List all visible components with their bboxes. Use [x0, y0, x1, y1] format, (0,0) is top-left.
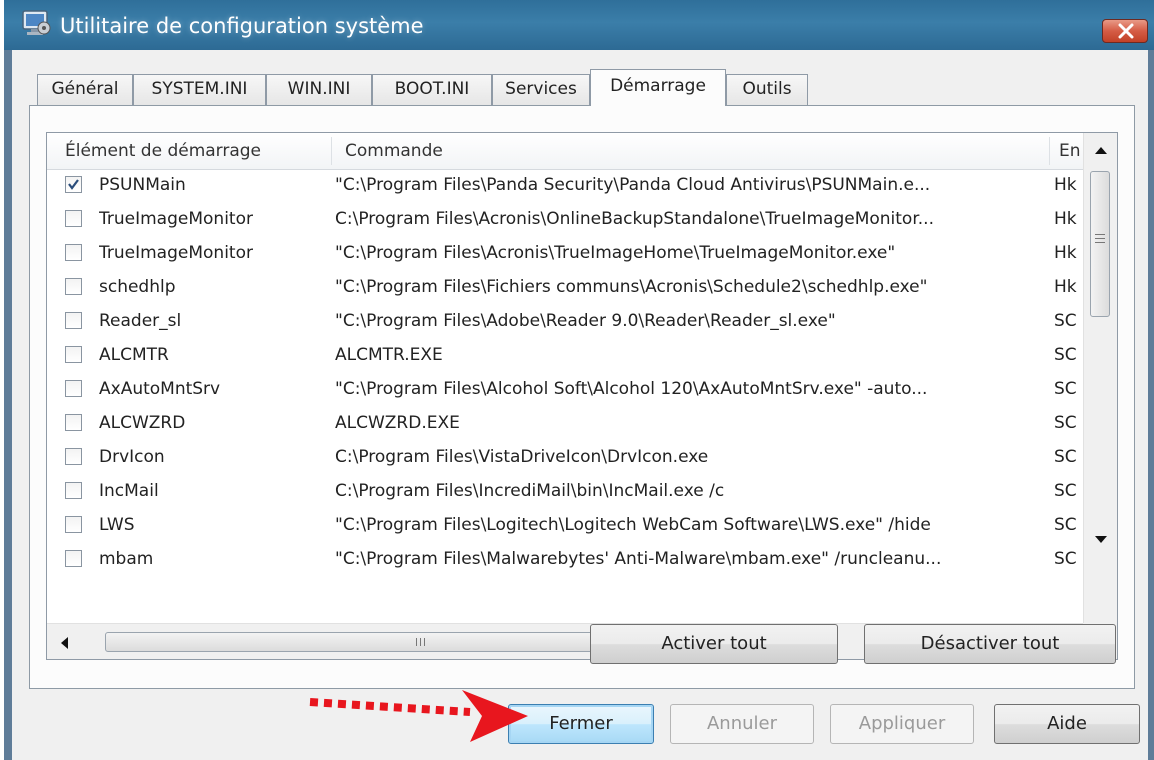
dialog-body: Général SYSTEM.INI WIN.INI BOOT.INI Serv… [12, 50, 1148, 760]
startup-item-checkbox[interactable] [65, 176, 82, 193]
startup-list[interactable]: Élément de démarrage Commande En PSUNMai… [46, 132, 1118, 660]
startup-item-location: SC [1054, 481, 1077, 501]
tab-system-ini[interactable]: SYSTEM.INI [133, 74, 266, 105]
startup-item-command: C:\Program Files\Acronis\OnlineBackupSta… [335, 209, 934, 229]
window-title: Utilitaire de configuration système [60, 14, 424, 38]
table-row[interactable]: schedhlp "C:\Program Files\Fichiers commu… [47, 271, 1083, 305]
table-row[interactable]: ALCWZRD ALCWZRD.EXE SC [47, 407, 1083, 441]
apply-button[interactable]: Appliquer [830, 704, 974, 744]
startup-item-location: Hk [1054, 209, 1077, 229]
table-row[interactable]: ALCMTR ALCMTR.EXE SC [47, 339, 1083, 373]
startup-item-location: SC [1054, 379, 1077, 399]
startup-item-checkbox[interactable] [65, 516, 82, 533]
startup-item-checkbox[interactable] [65, 414, 82, 431]
tab-tools[interactable]: Outils [726, 74, 808, 105]
startup-item-command: "C:\Program Files\Alcohol Soft\Alcohol 1… [335, 379, 928, 399]
column-header-command[interactable]: Commande [345, 133, 1025, 169]
tab-startup[interactable]: Démarrage [590, 69, 726, 106]
startup-item-command: "C:\Program Files\Panda Security\Panda C… [335, 175, 931, 195]
msconfig-icon [22, 10, 51, 35]
cancel-button[interactable]: Annuler [670, 704, 814, 744]
column-divider[interactable] [1049, 137, 1050, 165]
startup-item-name: Reader_sl [99, 311, 182, 331]
startup-item-command: ALCMTR.EXE [335, 345, 443, 365]
column-header-location[interactable]: En [1059, 133, 1083, 169]
startup-item-name: LWS [99, 515, 135, 535]
startup-item-command: C:\Program Files\IncrediMail\bin\IncMail… [335, 481, 725, 501]
table-row[interactable]: DrvIcon C:\Program Files\VistaDriveIcon\D… [47, 441, 1083, 475]
startup-item-command: "C:\Program Files\Adobe\Reader 9.0\Reade… [335, 311, 836, 331]
startup-item-checkbox[interactable] [65, 380, 82, 397]
checkmark-icon [68, 179, 79, 190]
disable-all-button[interactable]: Désactiver tout [864, 624, 1116, 664]
startup-item-name: DrvIcon [99, 447, 165, 467]
tab-general[interactable]: Général [37, 74, 133, 105]
column-divider[interactable] [331, 137, 332, 165]
scroll-left-icon[interactable] [59, 636, 69, 650]
close-icon [1118, 23, 1134, 39]
startup-item-checkbox[interactable] [65, 210, 82, 227]
scroll-down-icon[interactable] [1094, 535, 1108, 545]
startup-item-command: "C:\Program Files\Malwarebytes' Anti-Mal… [335, 549, 942, 569]
startup-item-checkbox[interactable] [65, 550, 82, 567]
startup-item-location: Hk [1054, 277, 1077, 297]
startup-item-command: C:\Program Files\VistaDriveIcon\DrvIcon.… [335, 447, 709, 467]
startup-item-name: ALCWZRD [99, 413, 186, 433]
startup-item-name: AxAutoMntSrv [99, 379, 221, 399]
startup-item-location: Hk [1054, 175, 1077, 195]
table-row[interactable]: mbam "C:\Program Files\Malwarebytes' Anti… [47, 543, 1083, 571]
startup-item-command: "C:\Program Files\Fichiers communs\Acron… [335, 277, 928, 297]
tab-services[interactable]: Services [492, 74, 590, 105]
title-bar[interactable]: Utilitaire de configuration système [4, 0, 1154, 50]
startup-item-location: SC [1054, 311, 1077, 331]
startup-item-name: mbam [99, 549, 154, 569]
table-row[interactable]: PSUNMain "C:\Program Files\Panda Security… [47, 169, 1083, 203]
table-row[interactable]: AxAutoMntSrv "C:\Program Files\Alcohol So… [47, 373, 1083, 407]
vertical-scroll-thumb[interactable] [1090, 171, 1110, 317]
startup-item-location: SC [1054, 345, 1077, 365]
table-row[interactable]: TrueImageMonitor "C:\Program Files\Acroni… [47, 237, 1083, 271]
startup-item-checkbox[interactable] [65, 482, 82, 499]
window-frame: Utilitaire de configuration système Géné… [4, 0, 1154, 760]
startup-item-name: IncMail [99, 481, 159, 501]
startup-item-checkbox[interactable] [65, 244, 82, 261]
startup-item-checkbox[interactable] [65, 312, 82, 329]
scroll-up-icon[interactable] [1094, 145, 1108, 155]
close-button[interactable] [1102, 19, 1148, 43]
startup-item-checkbox[interactable] [65, 346, 82, 363]
startup-item-name: TrueImageMonitor [99, 243, 253, 263]
tab-win-ini[interactable]: WIN.INI [266, 74, 372, 105]
startup-item-location: SC [1054, 447, 1077, 467]
help-button[interactable]: Aide [994, 704, 1140, 744]
startup-item-checkbox[interactable] [65, 448, 82, 465]
startup-item-checkbox[interactable] [65, 278, 82, 295]
startup-item-location: SC [1054, 515, 1077, 535]
startup-item-command: "C:\Program Files\Logitech\Logitech WebC… [335, 515, 931, 535]
startup-item-location: SC [1054, 413, 1077, 433]
table-row[interactable]: IncMail C:\Program Files\IncrediMail\bin\… [47, 475, 1083, 509]
list-rows: PSUNMain "C:\Program Files\Panda Security… [47, 169, 1083, 571]
table-row[interactable]: TrueImageMonitor C:\Program Files\Acronis… [47, 203, 1083, 237]
close-dialog-button[interactable]: Fermer [508, 704, 654, 744]
startup-item-location: SC [1054, 549, 1077, 569]
enable-all-button[interactable]: Activer tout [590, 624, 838, 664]
column-header-item[interactable]: Élément de démarrage [65, 133, 315, 169]
table-row[interactable]: LWS "C:\Program Files\Logitech\Logitech W… [47, 509, 1083, 543]
tab-boot-ini[interactable]: BOOT.INI [372, 74, 492, 105]
startup-item-name: ALCMTR [99, 345, 169, 365]
startup-item-location: Hk [1054, 243, 1077, 263]
startup-item-name: PSUNMain [99, 175, 186, 195]
list-header: Élément de démarrage Commande En [47, 133, 1083, 170]
table-row[interactable]: Reader_sl "C:\Program Files\Adobe\Reader … [47, 305, 1083, 339]
startup-item-name: schedhlp [99, 277, 176, 297]
startup-item-command: "C:\Program Files\Acronis\TrueImageHome\… [335, 243, 896, 263]
startup-item-command: ALCWZRD.EXE [335, 413, 460, 433]
vertical-scrollbar[interactable] [1083, 133, 1117, 623]
startup-item-name: TrueImageMonitor [99, 209, 253, 229]
